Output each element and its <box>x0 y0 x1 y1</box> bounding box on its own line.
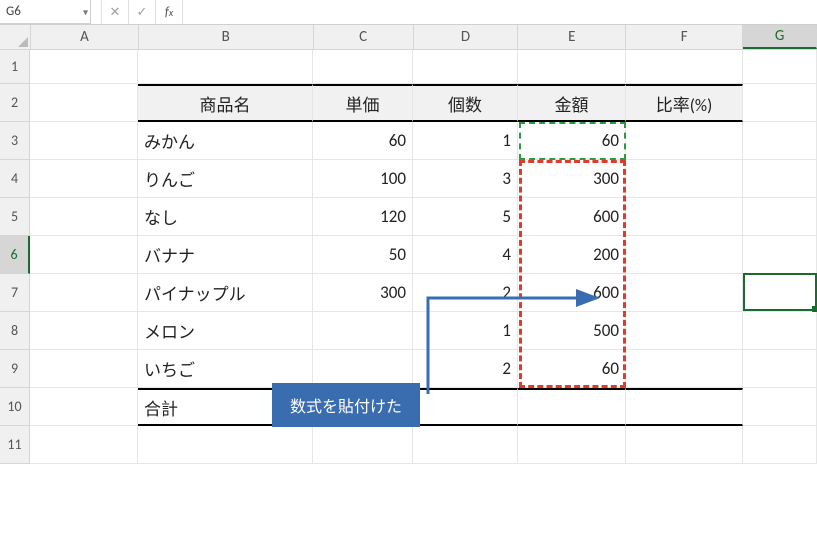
cell-D1[interactable] <box>413 50 518 84</box>
cell-E3[interactable]: 60 <box>518 122 626 160</box>
cell-B6[interactable]: バナナ <box>138 236 313 274</box>
cell-B1[interactable] <box>138 50 313 84</box>
cell-D2[interactable]: 個数 <box>413 84 518 122</box>
row-header-10[interactable]: 10 <box>0 388 30 426</box>
cell-A5[interactable] <box>30 198 138 236</box>
chevron-down-icon[interactable]: ▾ <box>83 5 88 18</box>
cell-D6[interactable]: 4 <box>413 236 518 274</box>
formula-bar: G6 ▾ ✕ ✓ fx <box>0 0 817 25</box>
cell-G5[interactable] <box>743 198 817 236</box>
cell-A6[interactable] <box>30 236 138 274</box>
enter-formula-button[interactable]: ✓ <box>129 0 156 24</box>
cell-G3[interactable] <box>743 122 817 160</box>
cell-A10[interactable] <box>30 388 138 426</box>
callout-annotation: 数式を貼付けた <box>272 383 420 427</box>
cell-F4[interactable] <box>626 160 743 198</box>
cell-A7[interactable] <box>30 274 138 312</box>
cell-G7[interactable] <box>743 274 817 312</box>
cell-C1[interactable] <box>313 50 413 84</box>
cell-C4[interactable]: 100 <box>313 160 413 198</box>
cell-B5[interactable]: なし <box>138 198 313 236</box>
cell-G6[interactable] <box>743 236 817 274</box>
formula-input[interactable] <box>183 0 817 24</box>
cell-E2[interactable]: 金額 <box>518 84 626 122</box>
cell-F1[interactable] <box>626 50 743 84</box>
cell-B2[interactable]: 商品名 <box>138 84 313 122</box>
cell-A8[interactable] <box>30 312 138 350</box>
cancel-formula-button[interactable]: ✕ <box>102 0 129 24</box>
row-header-5[interactable]: 5 <box>0 198 30 236</box>
cell-G11[interactable] <box>743 426 817 464</box>
cell-G2[interactable] <box>743 84 817 122</box>
cell-G4[interactable] <box>743 160 817 198</box>
col-header-B[interactable]: B <box>139 25 314 49</box>
row-header-2[interactable]: 2 <box>0 84 30 122</box>
cell-C3[interactable]: 60 <box>313 122 413 160</box>
separator <box>91 0 102 24</box>
col-header-F[interactable]: F <box>626 25 743 49</box>
cell-D5[interactable]: 5 <box>413 198 518 236</box>
cell-E6[interactable]: 200 <box>518 236 626 274</box>
spreadsheet-grid[interactable]: A B C D E F G 1 2 商品名 単価 個数 金額 比率(%) 3 み… <box>0 25 817 464</box>
cell-F6[interactable] <box>626 236 743 274</box>
cell-G9[interactable] <box>743 350 817 388</box>
cell-B4[interactable]: りんご <box>138 160 313 198</box>
cell-E1[interactable] <box>518 50 626 84</box>
cell-E11[interactable] <box>518 426 626 464</box>
row-header-9[interactable]: 9 <box>0 350 30 388</box>
column-header-row: A B C D E F G <box>0 25 817 50</box>
cell-B3[interactable]: みかん <box>138 122 313 160</box>
cell-C6[interactable]: 50 <box>313 236 413 274</box>
col-header-E[interactable]: E <box>518 25 626 49</box>
row-header-4[interactable]: 4 <box>0 160 30 198</box>
cell-A2[interactable] <box>30 84 138 122</box>
cell-F2[interactable]: 比率(%) <box>626 84 743 122</box>
cell-G8[interactable] <box>743 312 817 350</box>
row-header-8[interactable]: 8 <box>0 312 30 350</box>
row-header-11[interactable]: 11 <box>0 426 30 464</box>
cell-F3[interactable] <box>626 122 743 160</box>
cell-E4[interactable]: 300 <box>518 160 626 198</box>
col-header-G[interactable]: G <box>743 25 817 49</box>
cell-B11[interactable] <box>138 426 313 464</box>
cell-A3[interactable] <box>30 122 138 160</box>
cell-C11[interactable] <box>313 426 413 464</box>
cell-G10[interactable] <box>743 388 817 426</box>
cell-C2[interactable]: 単価 <box>313 84 413 122</box>
cell-F5[interactable] <box>626 198 743 236</box>
col-header-C[interactable]: C <box>314 25 414 49</box>
cell-C5[interactable]: 120 <box>313 198 413 236</box>
cell-A4[interactable] <box>30 160 138 198</box>
row-header-7[interactable]: 7 <box>0 274 30 312</box>
cell-D11[interactable] <box>413 426 518 464</box>
cell-B7[interactable]: パイナップル <box>138 274 313 312</box>
cell-A1[interactable] <box>30 50 138 84</box>
cell-F11[interactable] <box>626 426 743 464</box>
col-header-D[interactable]: D <box>414 25 519 49</box>
name-box[interactable]: G6 ▾ <box>0 0 91 24</box>
insert-function-button[interactable]: fx <box>156 0 183 24</box>
row-header-6[interactable]: 6 <box>0 236 30 274</box>
cell-B8[interactable]: メロン <box>138 312 313 350</box>
cell-A9[interactable] <box>30 350 138 388</box>
cell-D3[interactable]: 1 <box>413 122 518 160</box>
cell-D4[interactable]: 3 <box>413 160 518 198</box>
name-box-value: G6 <box>6 4 21 19</box>
row-header-1[interactable]: 1 <box>0 50 30 84</box>
cell-A11[interactable] <box>30 426 138 464</box>
cell-E5[interactable]: 600 <box>518 198 626 236</box>
col-header-A[interactable]: A <box>31 25 139 49</box>
select-all-corner[interactable] <box>0 25 31 49</box>
row-header-3[interactable]: 3 <box>0 122 30 160</box>
cell-G1[interactable] <box>743 50 817 84</box>
